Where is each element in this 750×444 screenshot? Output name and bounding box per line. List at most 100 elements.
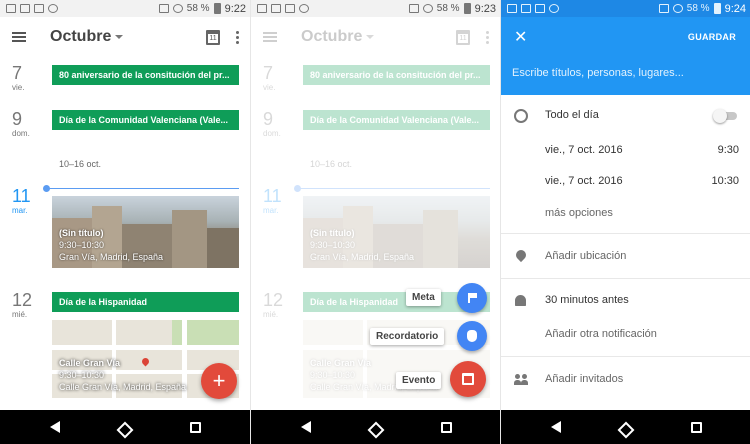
- recents-icon[interactable]: [440, 421, 452, 433]
- day-label: 9dom.: [12, 109, 30, 138]
- app-bar: Octubre 11: [0, 17, 250, 57]
- home-icon[interactable]: [617, 421, 634, 439]
- event-time: 9:30–10:30: [59, 240, 105, 250]
- reminder-button[interactable]: [457, 321, 487, 351]
- current-time-line: [46, 188, 239, 189]
- battery-percent: 58 %: [436, 3, 460, 14]
- add-notification-link[interactable]: Añadir otra notificación: [545, 328, 657, 340]
- vibrate-icon: [408, 4, 419, 13]
- week-range: 10–16 oct.: [59, 159, 102, 169]
- agenda-screen: 58 % 9:22 Octubre 11 7 vie. 80 aniversario…: [0, 0, 250, 444]
- notification-icon: [507, 4, 517, 13]
- speed-dial-scrim[interactable]: [251, 17, 500, 410]
- add-event-button[interactable]: +: [201, 363, 237, 399]
- flag-icon: [468, 293, 477, 303]
- status-bar: 58 % 9:24: [501, 0, 750, 17]
- reminder-hand-icon: [467, 330, 477, 342]
- event-time: 9:30–10:30: [59, 370, 105, 380]
- sync-icon: [549, 4, 559, 13]
- home-icon[interactable]: [116, 421, 133, 439]
- back-icon[interactable]: [550, 421, 561, 433]
- wifi-icon: [422, 4, 433, 13]
- home-icon[interactable]: [367, 421, 384, 439]
- vibrate-icon: [158, 4, 169, 13]
- day-label: 7vie.: [12, 63, 25, 92]
- event-label[interactable]: Evento: [396, 372, 442, 389]
- save-button[interactable]: GUARDAR: [688, 32, 736, 42]
- screenshots-row: 58 % 9:22 Octubre 11 7 vie. 80 aniversario…: [0, 0, 750, 444]
- all-day-label: Todo el día: [545, 109, 599, 121]
- divider: [501, 356, 750, 357]
- reminder-label[interactable]: Recordatorio: [370, 328, 445, 345]
- system-nav-bar: [0, 410, 250, 444]
- goal-label[interactable]: Meta: [406, 289, 441, 306]
- download-icon: [535, 4, 545, 13]
- bell-icon: [515, 295, 526, 306]
- vibrate-icon: [658, 4, 669, 13]
- notification-icon: [257, 4, 267, 13]
- download-icon: [285, 4, 295, 13]
- system-nav-bar: [251, 410, 500, 444]
- notification-icon: [6, 4, 16, 13]
- status-bar: 58 % 9:23: [251, 0, 500, 17]
- all-day-toggle[interactable]: [713, 109, 737, 123]
- month-selector[interactable]: Octubre: [50, 28, 124, 46]
- today-calendar-icon[interactable]: 11: [206, 29, 220, 45]
- battery-percent: 58 %: [186, 3, 210, 14]
- day-label-today: 11mar.: [12, 186, 31, 215]
- wifi-icon: [672, 4, 683, 13]
- editor-header: ✕ GUARDAR Escribe títulos, personas, lug…: [501, 17, 750, 95]
- start-time[interactable]: 9:30: [718, 144, 739, 156]
- calendar-icon: [462, 373, 474, 385]
- wifi-icon: [172, 4, 183, 13]
- more-options-icon[interactable]: [236, 30, 240, 44]
- battery-icon: [713, 3, 721, 14]
- notification-value[interactable]: 30 minutos antes: [545, 294, 629, 306]
- image-icon: [521, 4, 531, 13]
- battery-icon: [463, 3, 471, 14]
- back-icon[interactable]: [49, 421, 60, 433]
- title-input[interactable]: Escribe títulos, personas, lugares...: [512, 67, 684, 79]
- goal-button[interactable]: [457, 283, 487, 313]
- month-title: Octubre: [50, 28, 112, 45]
- clock: 9:24: [724, 2, 746, 15]
- status-bar: 58 % 9:22: [0, 0, 250, 17]
- event-button[interactable]: [450, 361, 486, 397]
- system-nav-bar: [501, 410, 750, 444]
- image-icon: [271, 4, 281, 13]
- sync-icon: [48, 4, 58, 13]
- event-card-photo[interactable]: (Sin título) 9:30–10:30 Gran Vía, Madrid, …: [52, 196, 239, 268]
- event-place: Gran Vía, Madrid, España: [59, 252, 164, 262]
- download-icon: [34, 4, 44, 13]
- end-date[interactable]: vie., 7 oct. 2016: [545, 175, 623, 187]
- sync-icon: [299, 4, 309, 13]
- divider: [501, 278, 750, 279]
- battery-percent: 58 %: [686, 3, 710, 14]
- clock-icon: [514, 109, 528, 123]
- divider: [501, 233, 750, 234]
- chevron-down-icon: [115, 34, 124, 39]
- event-place: Calle Gran Vía, Madrid, España: [59, 382, 187, 392]
- recents-icon[interactable]: [690, 421, 702, 433]
- location-icon: [513, 247, 529, 263]
- event-chip[interactable]: Día de la Hispanidad: [52, 292, 239, 312]
- start-date[interactable]: vie., 7 oct. 2016: [545, 144, 623, 156]
- close-icon[interactable]: ✕: [514, 27, 527, 47]
- battery-icon: [213, 3, 221, 14]
- speed-dial-screen: 58 %9:23 Octubre 11 7vie. 80 aniversario…: [250, 0, 500, 444]
- more-options-link[interactable]: más opciones: [545, 207, 613, 219]
- guests-input[interactable]: Añadir invitados: [545, 373, 623, 385]
- event-chip[interactable]: 80 aniversario de la consitución del pr.…: [52, 65, 239, 85]
- recents-icon[interactable]: [189, 421, 201, 433]
- image-icon: [20, 4, 30, 13]
- people-icon: [514, 373, 528, 387]
- back-icon[interactable]: [300, 421, 311, 433]
- end-time[interactable]: 10:30: [711, 175, 739, 187]
- location-input[interactable]: Añadir ubicación: [545, 250, 626, 262]
- new-event-screen: 58 % 9:24 ✕ GUARDAR Escribe títulos, pers…: [500, 0, 750, 444]
- clock: 9:22: [224, 2, 246, 15]
- menu-icon[interactable]: [12, 32, 26, 42]
- event-title: (Sin título): [59, 228, 104, 238]
- event-title: Calle Gran Vía: [59, 358, 121, 368]
- event-chip[interactable]: Día de la Comunidad Valenciana (Vale...: [52, 110, 239, 130]
